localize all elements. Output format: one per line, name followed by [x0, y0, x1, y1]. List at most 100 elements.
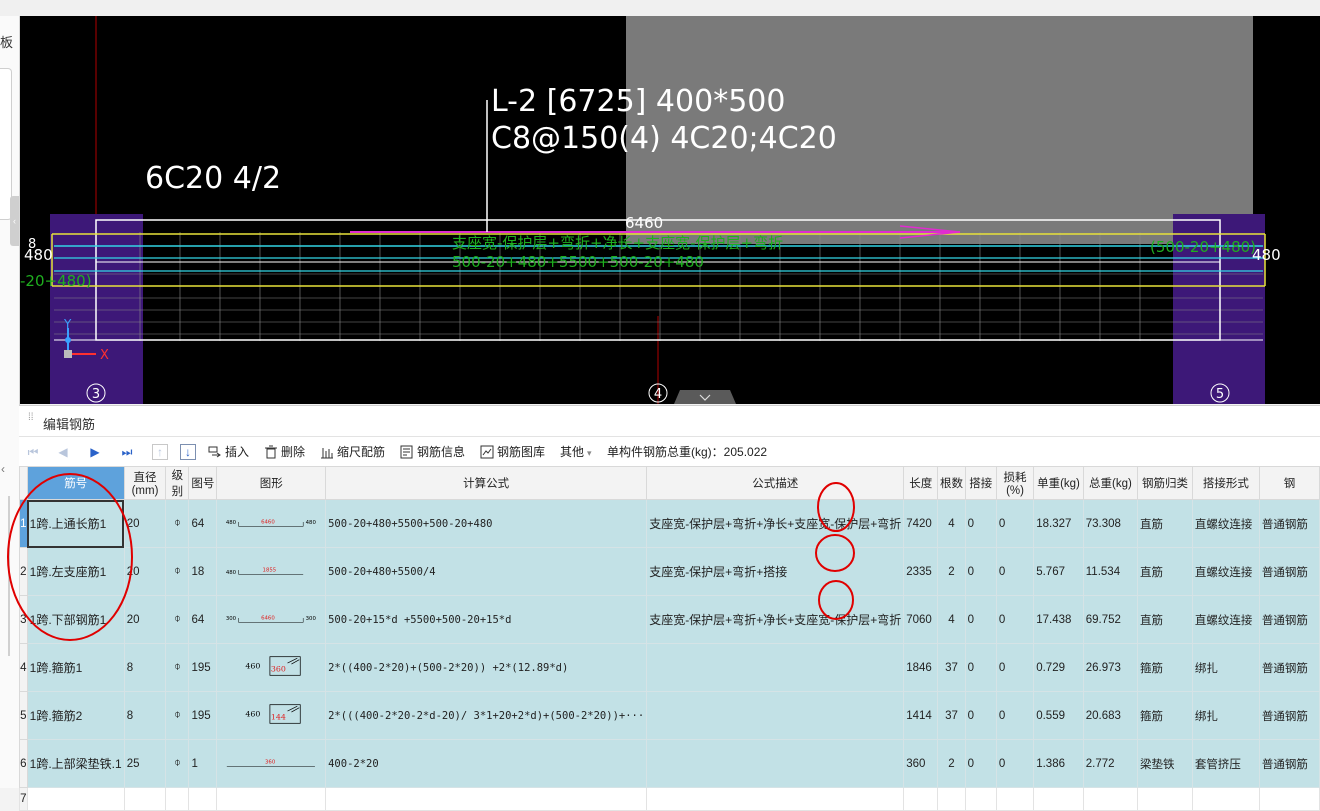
category-cell[interactable]: 直筋 [1137, 499, 1193, 548]
lap-type-cell[interactable]: 绑扎 [1191, 691, 1260, 740]
length-cell[interactable]: 360 [903, 739, 939, 788]
row-number[interactable]: 7 [19, 787, 28, 811]
category-cell[interactable]: 箍筋 [1137, 643, 1193, 692]
grade-cell[interactable]: ⌽ [165, 739, 190, 788]
scale-rebar-button[interactable]: 缩尺配筋 [320, 444, 385, 460]
other-dropdown[interactable]: 其他 ▾ [560, 444, 592, 460]
lap-cell[interactable]: 0 [964, 499, 997, 548]
steel-type-cell[interactable]: 普通钢筋 [1258, 643, 1320, 692]
formula-cell[interactable]: 500-20+480+5500+500-20+480 [325, 499, 648, 548]
category-cell[interactable]: 梁垫铁 [1137, 739, 1193, 788]
col-header[interactable]: 公式描述 [646, 466, 905, 500]
table-row[interactable]: 3 1跨.下部钢筋1 20 ⌽ 64 300 6460 300 500-20+1… [19, 595, 1320, 644]
steel-type-cell[interactable]: 普通钢筋 [1258, 499, 1320, 548]
shape-cell[interactable]: 480 1855 [216, 547, 327, 596]
delete-button[interactable]: 删除 [264, 444, 305, 460]
unit-weight-cell[interactable]: 18.327 [1033, 499, 1084, 548]
diameter-cell[interactable]: 8 [123, 691, 167, 740]
total-weight-cell[interactable]: 11.534 [1082, 547, 1139, 596]
col-header[interactable]: 长度 [903, 466, 939, 500]
loss-cell[interactable]: 0 [995, 595, 1035, 644]
grade-cell[interactable]: ⌽ [165, 547, 190, 596]
lap-type-cell[interactable]: 套管挤压 [1191, 739, 1260, 788]
rebar-name-cell[interactable]: 1跨.上部梁垫铁.1 [26, 739, 125, 788]
figure-number-cell[interactable]: 64 [188, 499, 218, 548]
col-header[interactable]: 搭接 [964, 466, 997, 500]
formula-desc-cell[interactable] [646, 691, 905, 740]
lap-cell[interactable]: 0 [964, 643, 997, 692]
total-weight-cell[interactable]: 20.683 [1082, 691, 1139, 740]
col-header[interactable]: 计算公式 [325, 466, 648, 500]
unit-weight-cell[interactable]: 0.729 [1033, 643, 1084, 692]
prev-record-button[interactable]: ◀ [55, 444, 71, 460]
formula-desc-cell[interactable]: 支座宽-保护层+弯折+搭接 [646, 547, 905, 596]
figure-number-cell[interactable]: 18 [188, 547, 218, 596]
count-cell[interactable]: 4 [937, 595, 966, 644]
cad-viewport[interactable]: L-2 [6725] 400*500 C8@150(4) 4C20;4C20 6… [20, 16, 1320, 404]
col-header[interactable]: 损耗(%) [995, 466, 1035, 500]
row-number[interactable]: 6 [19, 739, 28, 788]
formula-cell[interactable]: 500-20+480+5500/4 [325, 547, 648, 596]
steel-type-cell[interactable]: 普通钢筋 [1258, 691, 1320, 740]
formula-desc-cell[interactable] [646, 739, 905, 788]
lap-type-cell[interactable]: 直螺纹连接 [1191, 547, 1260, 596]
col-header[interactable]: 钢筋归类 [1137, 466, 1193, 500]
table-row[interactable]: 2 1跨.左支座筋1 20 ⌽ 18 480 1855 500-20+480+5… [19, 547, 1320, 596]
loss-cell[interactable]: 0 [995, 691, 1035, 740]
total-weight-cell[interactable]: 26.973 [1082, 643, 1139, 692]
chevron-left-icon[interactable]: ‹ [1, 462, 5, 476]
length-cell[interactable]: 7060 [903, 595, 939, 644]
count-cell[interactable]: 37 [937, 643, 966, 692]
category-cell[interactable]: 直筋 [1137, 547, 1193, 596]
diameter-cell[interactable]: 25 [123, 739, 167, 788]
steel-type-cell[interactable]: 普通钢筋 [1258, 547, 1320, 596]
row-number[interactable]: 3 [19, 595, 28, 644]
loss-cell[interactable]: 0 [995, 499, 1035, 548]
count-cell[interactable]: 2 [937, 739, 966, 788]
figure-number-cell[interactable]: 195 [188, 643, 218, 692]
shape-cell[interactable]: 300 6460 300 [216, 595, 327, 644]
rebar-name-cell[interactable]: 1跨.箍筋2 [26, 691, 125, 740]
lap-cell[interactable]: 0 [964, 691, 997, 740]
formula-cell[interactable]: 2*(((400-2*20-2*d-20)/ 3*1+20+2*d)+(500-… [325, 691, 648, 740]
formula-desc-cell[interactable] [646, 643, 905, 692]
rebar-name-cell[interactable]: 1跨.下部钢筋1 [26, 595, 125, 644]
figure-number-cell[interactable]: 195 [188, 691, 218, 740]
unit-weight-cell[interactable]: 0.559 [1033, 691, 1084, 740]
figure-number-cell[interactable]: 64 [188, 595, 218, 644]
lap-cell[interactable]: 0 [964, 739, 997, 788]
formula-cell[interactable]: 400-2*20 [325, 739, 648, 788]
shape-cell[interactable]: 460 360 [216, 643, 327, 692]
col-header[interactable]: 单重(kg) [1033, 466, 1084, 500]
col-header[interactable]: 级别 [165, 466, 190, 500]
grade-cell[interactable]: ⌽ [165, 499, 190, 548]
rebar-name-cell[interactable]: 1跨.箍筋1 [26, 643, 125, 692]
diameter-cell[interactable]: 20 [123, 547, 167, 596]
formula-desc-cell[interactable]: 支座宽-保护层+弯折+净长+支座宽-保护层+弯折 [646, 595, 905, 644]
row-number[interactable]: 5 [19, 691, 28, 740]
col-header[interactable]: 总重(kg) [1082, 466, 1139, 500]
rebar-library-button[interactable]: 钢筋图库 [480, 444, 545, 460]
total-weight-cell[interactable]: 2.772 [1082, 739, 1139, 788]
category-cell[interactable]: 箍筋 [1137, 691, 1193, 740]
category-cell[interactable]: 直筋 [1137, 595, 1193, 644]
diameter-cell[interactable]: 20 [123, 595, 167, 644]
count-cell[interactable]: 2 [937, 547, 966, 596]
grade-cell[interactable]: ⌽ [165, 691, 190, 740]
collapse-panel-tab[interactable] [674, 390, 736, 404]
table-row[interactable]: 6 1跨.上部梁垫铁.1 25 ⌽ 1 360 400-2*20 360 2 0… [19, 739, 1320, 788]
move-down-button[interactable]: ↓ [180, 444, 196, 460]
col-header[interactable]: 根数 [937, 466, 966, 500]
col-header[interactable]: 搭接形式 [1191, 466, 1260, 500]
diameter-cell[interactable]: 8 [123, 643, 167, 692]
total-weight-cell[interactable]: 73.308 [1082, 499, 1139, 548]
loss-cell[interactable]: 0 [995, 643, 1035, 692]
rebar-info-button[interactable]: 钢筋信息 [400, 444, 465, 460]
table-row[interactable]: 4 1跨.箍筋1 8 ⌽ 195 460 360 2*((400-2*20)+(… [19, 643, 1320, 692]
unit-weight-cell[interactable]: 5.767 [1033, 547, 1084, 596]
col-header[interactable]: 图号 [188, 466, 218, 500]
formula-cell[interactable]: 500-20+15*d +5500+500-20+15*d [325, 595, 648, 644]
formula-desc-cell[interactable]: 支座宽-保护层+弯折+净长+支座宽-保护层+弯折 [646, 499, 905, 548]
col-header[interactable]: 钢 [1258, 466, 1320, 500]
rebar-name-cell[interactable]: 1跨.左支座筋1 [26, 547, 125, 596]
